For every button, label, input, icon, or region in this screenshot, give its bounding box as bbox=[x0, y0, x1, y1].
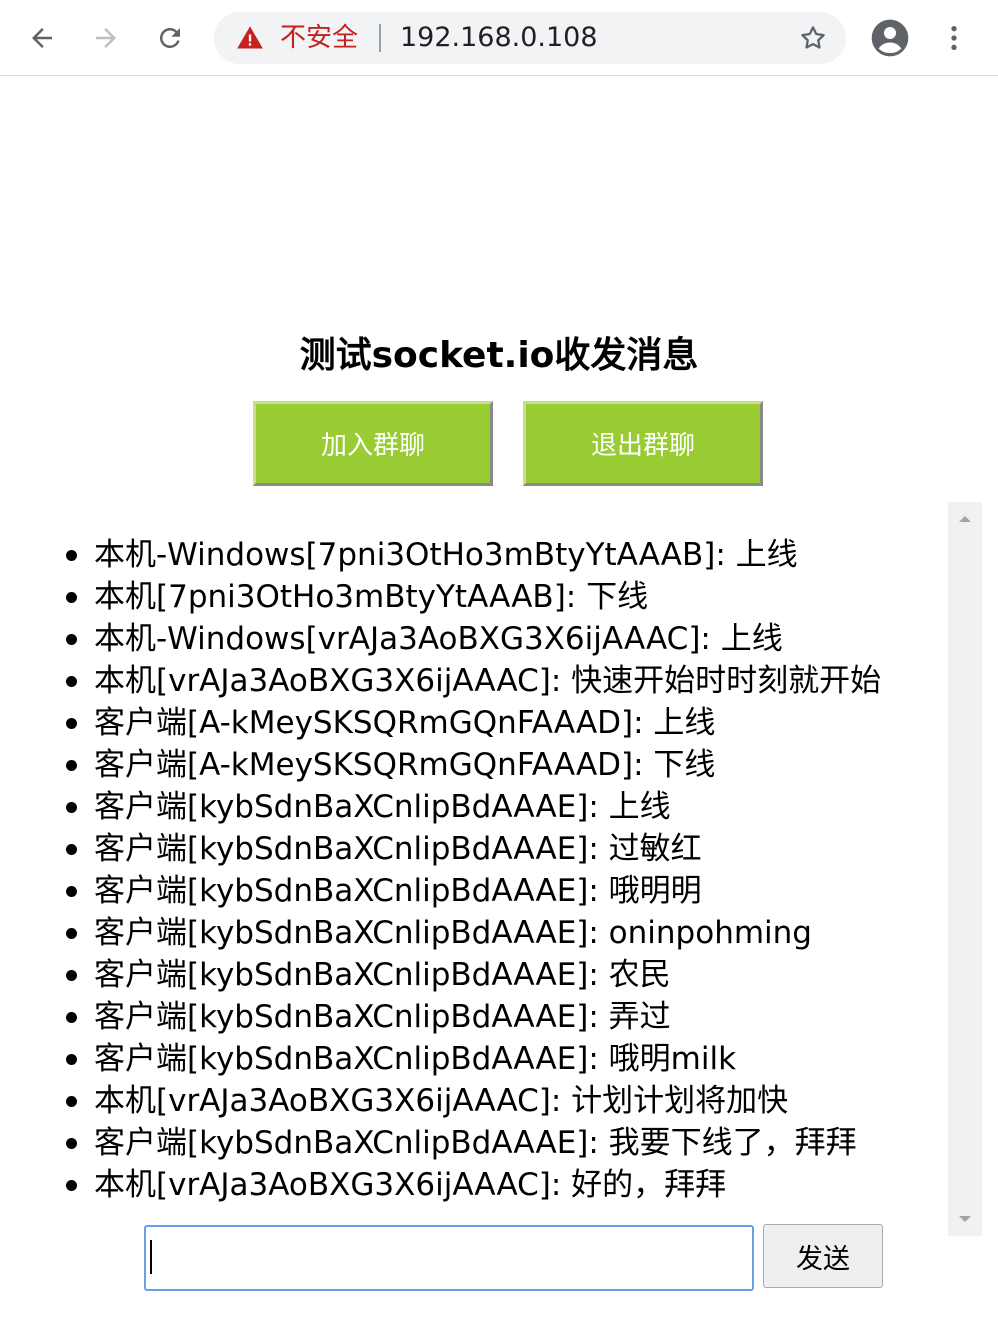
message-item: 客户端[A-kMeySKSQRmGQnFAAAD]: 上线 bbox=[65, 702, 881, 744]
message-input[interactable] bbox=[144, 1225, 754, 1291]
more-vert-icon bbox=[951, 26, 957, 50]
browser-toolbar: 不安全 192.168.0.108 bbox=[0, 0, 998, 76]
message-item: 客户端[kybSdnBaXCnlipBdAAAE]: 哦明明 bbox=[65, 870, 881, 912]
message-item: 客户端[kybSdnBaXCnlipBdAAAE]: oninpohming bbox=[65, 912, 881, 954]
message-item: 本机-Windows[vrAJa3AoBXG3X6ijAAAC]: 上线 bbox=[65, 618, 881, 660]
message-item: 客户端[kybSdnBaXCnlipBdAAAE]: 上线 bbox=[65, 786, 881, 828]
back-button[interactable] bbox=[18, 14, 66, 62]
back-arrow-icon bbox=[32, 28, 52, 48]
message-panel[interactable]: 本机-Windows[7pni3OtHo3mBtyYtAAAB]: 上线 本机[… bbox=[0, 502, 982, 1234]
message-item: 本机[vrAJa3AoBXG3X6ijAAAC]: 计划计划将加快 bbox=[65, 1080, 881, 1122]
forward-arrow-icon bbox=[96, 28, 116, 48]
message-list: 本机-Windows[7pni3OtHo3mBtyYtAAAB]: 上线 本机[… bbox=[65, 534, 881, 1206]
browser-menu-button[interactable] bbox=[930, 14, 978, 62]
message-item: 客户端[kybSdnBaXCnlipBdAAAE]: 我要下线了，拜拜 bbox=[65, 1122, 881, 1164]
url-text[interactable]: 192.168.0.108 bbox=[400, 22, 598, 54]
omnibox-divider bbox=[379, 24, 381, 52]
message-item: 客户端[A-kMeySKSQRmGQnFAAAD]: 下线 bbox=[65, 744, 881, 786]
message-item: 本机[7pni3OtHo3mBtyYtAAAB]: 下线 bbox=[65, 576, 881, 618]
join-group-button[interactable]: 加入群聊 bbox=[253, 401, 493, 486]
reload-button[interactable] bbox=[146, 14, 194, 62]
message-scrollbar[interactable] bbox=[948, 502, 982, 1236]
security-status-label[interactable]: 不安全 bbox=[280, 22, 358, 54]
message-item: 客户端[kybSdnBaXCnlipBdAAAE]: 哦明milk bbox=[65, 1038, 881, 1080]
message-item: 客户端[kybSdnBaXCnlipBdAAAE]: 弄过 bbox=[65, 996, 881, 1038]
warning-triangle-icon[interactable] bbox=[236, 24, 264, 52]
message-item: 本机[vrAJa3AoBXG3X6ijAAAC]: 好的，拜拜 bbox=[65, 1164, 881, 1206]
message-item: 客户端[kybSdnBaXCnlipBdAAAE]: 农民 bbox=[65, 954, 881, 996]
send-button[interactable]: 发送 bbox=[763, 1224, 883, 1288]
message-item: 客户端[kybSdnBaXCnlipBdAAAE]: 过敏红 bbox=[65, 828, 881, 870]
profile-button[interactable] bbox=[866, 14, 914, 62]
star-icon[interactable] bbox=[798, 23, 828, 53]
reload-icon bbox=[159, 27, 180, 48]
scroll-up-arrow-icon[interactable] bbox=[948, 502, 982, 536]
message-item: 本机-Windows[7pni3OtHo3mBtyYtAAAB]: 上线 bbox=[65, 534, 881, 576]
scroll-down-arrow-icon[interactable] bbox=[948, 1202, 982, 1236]
account-circle-icon bbox=[871, 19, 909, 57]
text-caret bbox=[150, 1240, 152, 1274]
page-title: 测试socket.io收发消息 bbox=[299, 335, 699, 376]
forward-button[interactable] bbox=[82, 14, 130, 62]
leave-group-button[interactable]: 退出群聊 bbox=[523, 401, 763, 486]
address-bar[interactable]: 不安全 192.168.0.108 bbox=[214, 12, 846, 64]
message-item: 本机[vrAJa3AoBXG3X6ijAAAC]: 快速开始时时刻就开始 bbox=[65, 660, 881, 702]
